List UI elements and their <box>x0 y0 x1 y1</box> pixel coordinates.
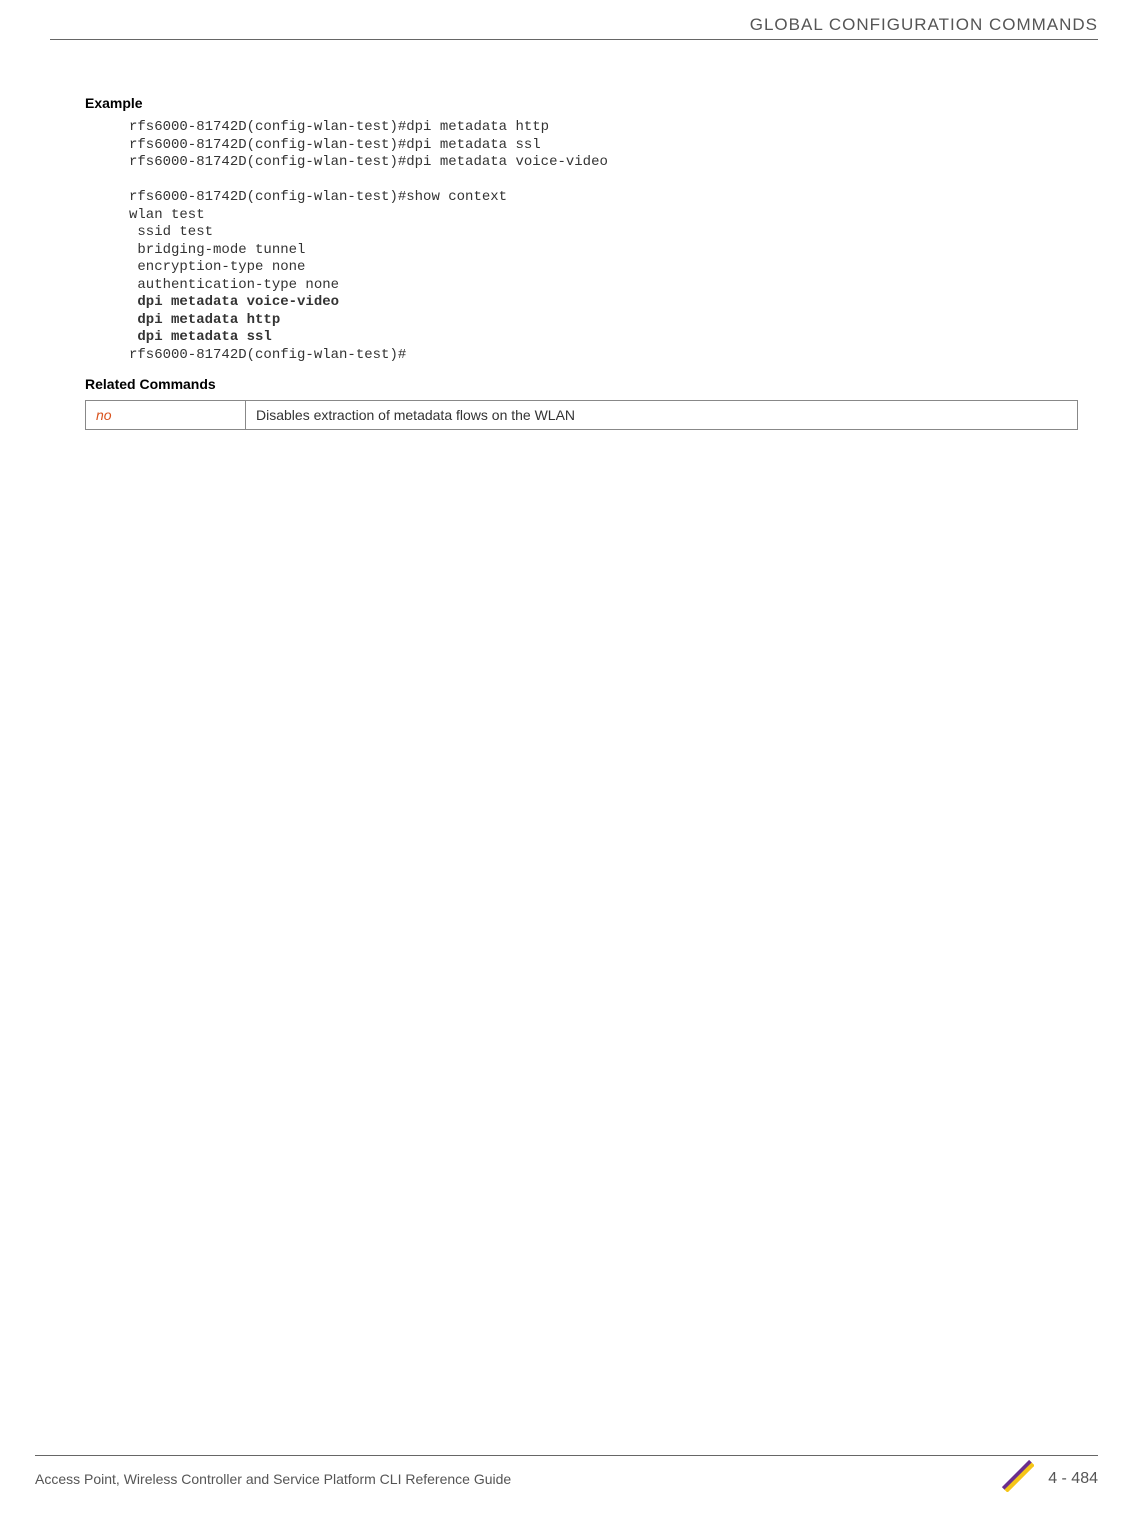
code-line: rfs6000-81742D(config-wlan-test)# <box>129 347 406 363</box>
footer-doc-title: Access Point, Wireless Controller and Se… <box>35 1471 511 1487</box>
code-line: ssid test <box>129 224 213 240</box>
related-commands-table: no Disables extraction of metadata flows… <box>85 400 1078 430</box>
footer-logo-icon <box>1000 1458 1034 1492</box>
footer-right: 4 - 484 <box>1000 1462 1098 1496</box>
related-commands-heading: Related Commands <box>85 376 1078 392</box>
code-line-bold: dpi metadata ssl <box>129 329 272 345</box>
related-desc-cell: Disables extraction of metadata flows on… <box>246 401 1078 430</box>
code-line: rfs6000-81742D(config-wlan-test)#dpi met… <box>129 119 549 135</box>
footer-page-number: 4 - 484 <box>1048 1470 1098 1488</box>
page-footer: Access Point, Wireless Controller and Se… <box>35 1455 1098 1496</box>
code-line: rfs6000-81742D(config-wlan-test)#dpi met… <box>129 137 541 153</box>
example-code: rfs6000-81742D(config-wlan-test)# dpi met… <box>129 119 1078 364</box>
code-line: bridging-mode tunnel <box>129 242 305 258</box>
code-line: rfs6000-81742D(config-wlan-test)#show co… <box>129 189 507 205</box>
table-row: no Disables extraction of metadata flows… <box>86 401 1078 430</box>
code-line: rfs6000-81742D(config-wlan-test)#dpi met… <box>129 154 608 170</box>
related-cmd-cell: no <box>86 401 246 430</box>
code-line: authentication-type none <box>129 277 339 293</box>
page-header: GLOBAL CONFIGURATION COMMANDS <box>50 15 1098 40</box>
main-content: Example rfs6000-81742D(config-wlan-test)… <box>85 95 1078 430</box>
code-line-bold: dpi metadata voice-video <box>129 294 339 310</box>
code-line: encryption-type none <box>129 259 305 275</box>
code-line-bold: dpi metadata http <box>129 312 280 328</box>
header-rule <box>50 39 1098 40</box>
header-title: GLOBAL CONFIGURATION COMMANDS <box>50 15 1098 35</box>
example-heading: Example <box>85 95 1078 111</box>
code-line: wlan test <box>129 207 205 223</box>
